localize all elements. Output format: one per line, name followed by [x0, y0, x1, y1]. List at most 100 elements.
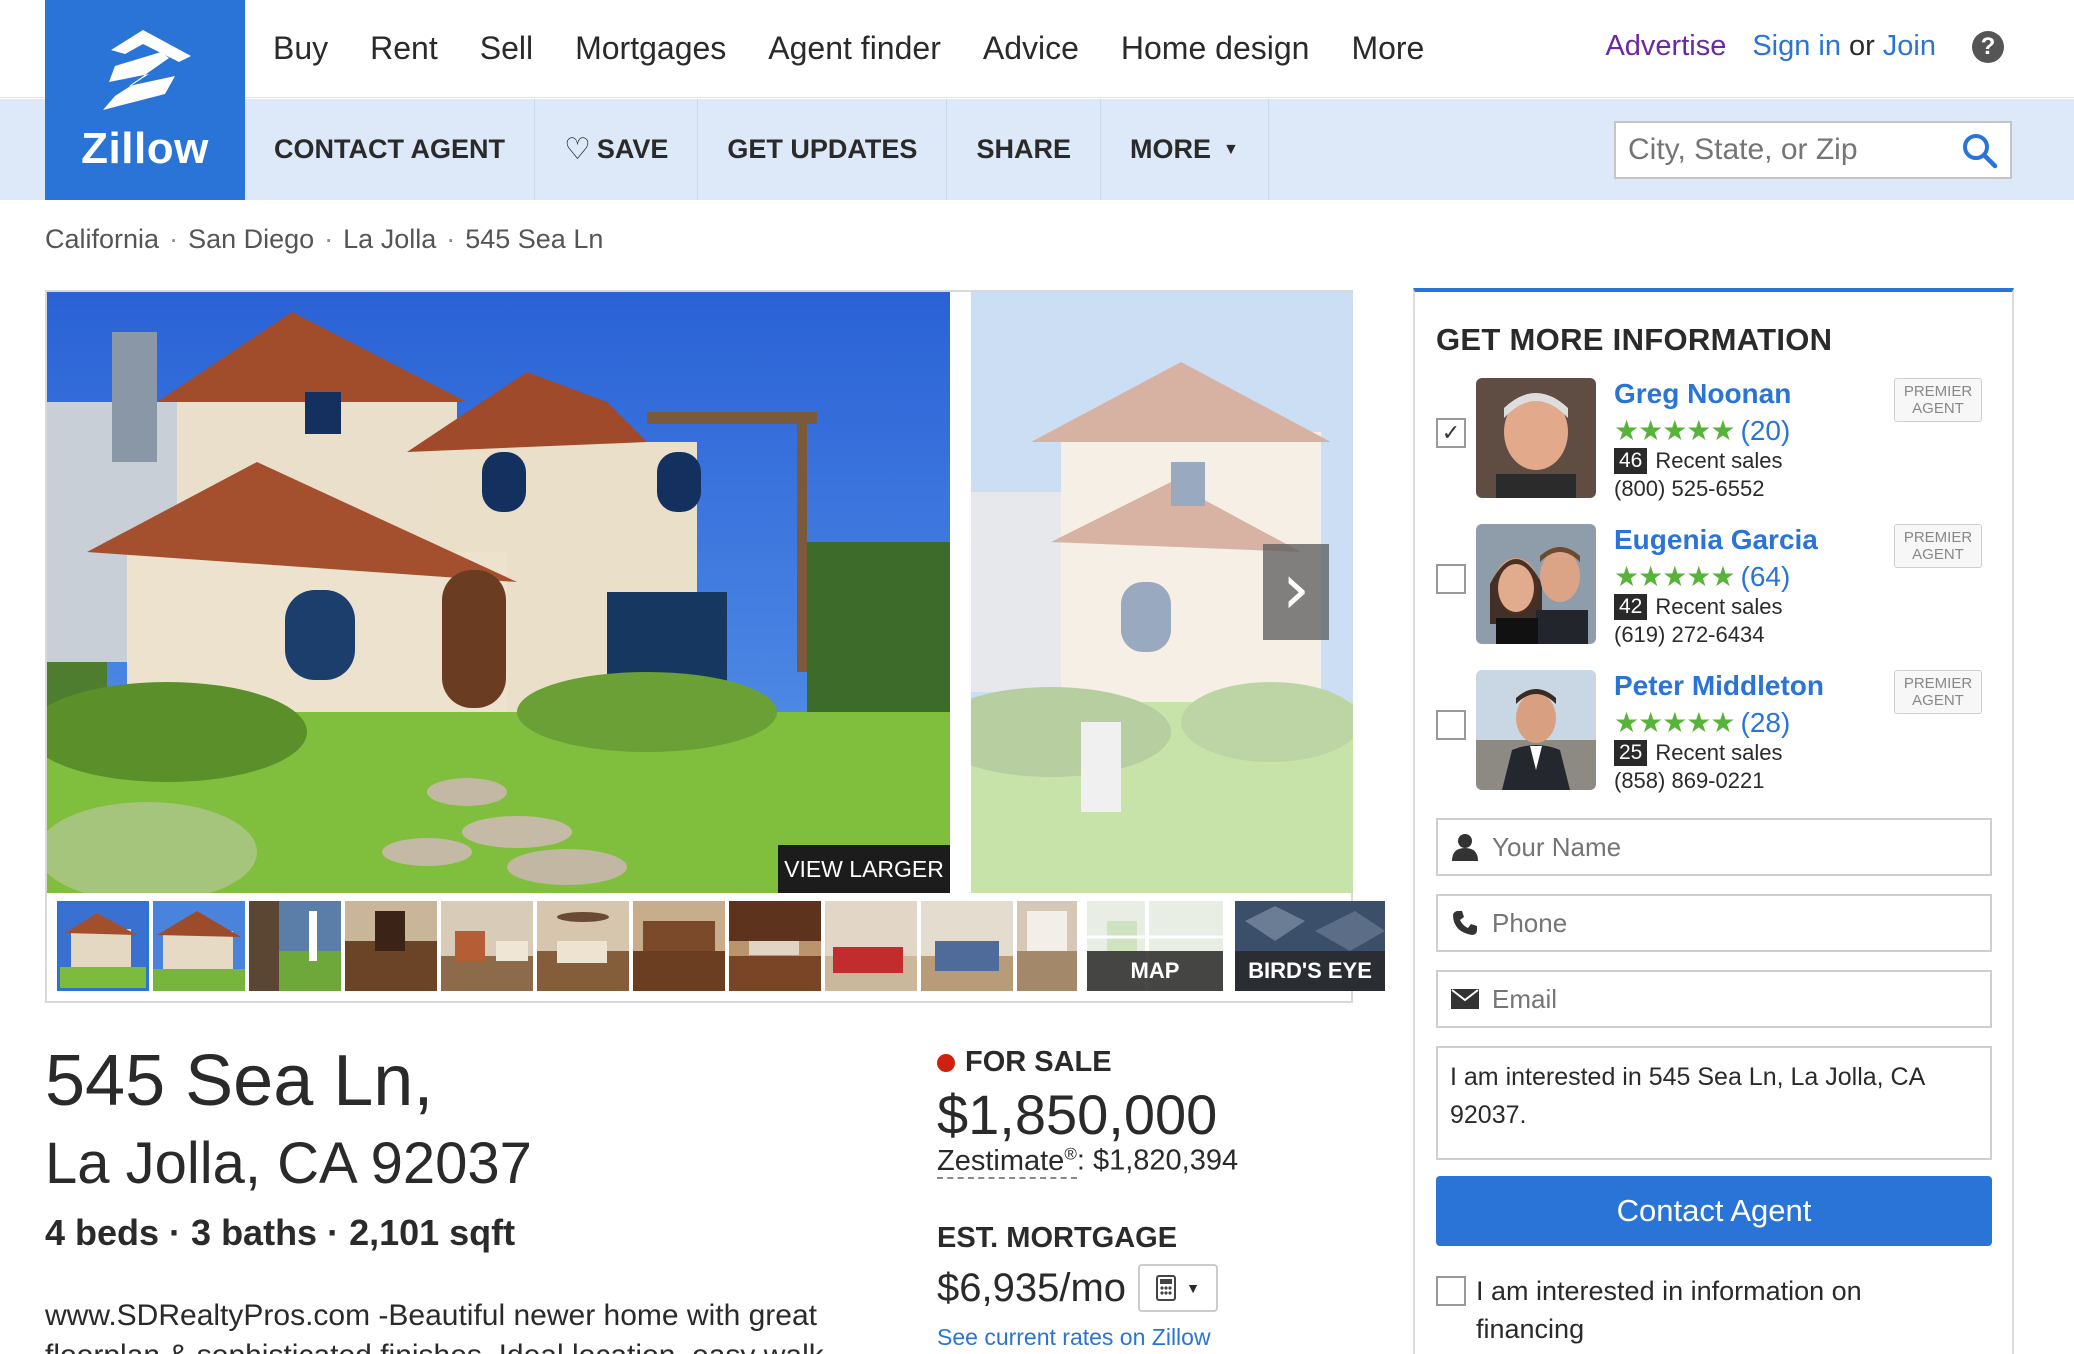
photo-thumbnail[interactable]	[825, 901, 917, 991]
agent-name[interactable]: Greg Noonan	[1614, 378, 1791, 410]
review-count[interactable]: (28)	[1741, 707, 1791, 738]
agent-phone: (800) 525-6552	[1614, 476, 1765, 501]
top-navigation-bar: Buy Rent Sell Mortgages Agent finder Adv…	[0, 0, 2074, 98]
photo-thumbnail[interactable]	[57, 901, 149, 991]
sign-in-link[interactable]: Sign in	[1752, 30, 1841, 63]
photo-thumbnail[interactable]	[633, 901, 725, 991]
help-icon[interactable]: ?	[1972, 30, 2004, 63]
financing-checkbox[interactable]	[1436, 1276, 1466, 1306]
nav-sell[interactable]: Sell	[480, 30, 533, 67]
listing-price: $1,850,000	[937, 1083, 1218, 1146]
premier-agent-badge: PREMIER AGENT	[1894, 524, 1982, 568]
nav-mortgages[interactable]: Mortgages	[575, 30, 726, 67]
main-photo[interactable]: VIEW LARGER	[47, 292, 950, 893]
phone-field	[1436, 894, 1992, 952]
recent-sales-count: 42	[1614, 594, 1648, 620]
breadcrumb-city[interactable]: San Diego	[188, 224, 314, 255]
caret-down-icon: ▼	[1222, 140, 1239, 158]
photo-thumbnail[interactable]	[345, 901, 437, 991]
photo-thumbnail[interactable]	[1017, 901, 1077, 991]
agent-checkbox[interactable]	[1436, 710, 1466, 740]
agent-checkbox[interactable]	[1436, 564, 1466, 594]
mortgage-calculator-dropdown[interactable]: ▼	[1138, 1264, 1219, 1312]
agent-avatar	[1476, 524, 1596, 644]
email-field	[1436, 970, 1992, 1028]
rates-link[interactable]: See current rates on Zillow	[937, 1324, 1211, 1351]
view-larger-button[interactable]: VIEW LARGER	[778, 845, 950, 893]
chevron-right-icon[interactable]: ›	[1263, 544, 1329, 640]
zestimate-label-text: Zestimate	[937, 1144, 1065, 1177]
phone-input[interactable]	[1492, 898, 1990, 948]
contact-agent-button[interactable]: Contact Agent	[1436, 1176, 1992, 1246]
recent-sales-label: Recent sales	[1655, 740, 1783, 765]
nav-home-design[interactable]: Home design	[1121, 30, 1310, 67]
breadcrumb-state[interactable]: California	[45, 224, 159, 255]
photo-thumbnail[interactable]	[537, 901, 629, 991]
star-rating-icon: ★★★★★	[1614, 415, 1736, 446]
review-count[interactable]: (64)	[1741, 561, 1791, 592]
breadcrumb-separator: ·	[446, 224, 456, 254]
contact-agent-action[interactable]: CONTACT AGENT	[245, 99, 535, 200]
photo-thumbnail[interactable]	[249, 901, 341, 991]
zillow-logo[interactable]: Zillow	[45, 0, 245, 200]
share-action[interactable]: SHARE	[947, 99, 1101, 200]
phone-icon	[1438, 910, 1492, 936]
est-mortgage: $6,935/mo ▼	[937, 1264, 1219, 1312]
agent-phone: (619) 272-6434	[1614, 622, 1765, 647]
or-text: or	[1849, 30, 1875, 62]
premier-agent-badge: PREMIER AGENT	[1894, 378, 1982, 422]
location-search-input[interactable]	[1616, 123, 1936, 177]
agent-name[interactable]: Eugenia Garcia	[1614, 524, 1818, 556]
photo-thumbnail[interactable]	[729, 901, 821, 991]
more-action[interactable]: MORE ▼	[1101, 99, 1269, 200]
recent-sales-label: Recent sales	[1655, 594, 1783, 619]
save-action[interactable]: ♡ SAVE	[535, 99, 699, 200]
star-rating-icon: ★★★★★	[1614, 561, 1736, 592]
get-updates-action[interactable]: GET UPDATES	[698, 99, 948, 200]
name-input[interactable]	[1492, 822, 1990, 872]
house-photo	[47, 292, 950, 893]
recent-sales: 42 Recent sales	[1614, 594, 1783, 620]
agent-rating: ★★★★★ (20)	[1614, 414, 1790, 447]
agent-card: Eugenia Garcia ★★★★★ (64) 42 Recent sales …	[1436, 524, 1996, 654]
email-input[interactable]	[1492, 974, 1990, 1024]
photo-thumbnail[interactable]	[153, 901, 245, 991]
breadcrumb-neighborhood[interactable]: La Jolla	[343, 224, 436, 255]
address-line-2: La Jolla, CA 92037	[45, 1131, 532, 1196]
agent-checkbox[interactable]: ✓	[1436, 418, 1466, 448]
message-textarea[interactable]: I am interested in 545 Sea Ln, La Jolla,…	[1436, 1046, 1992, 1160]
nav-buy[interactable]: Buy	[273, 30, 328, 67]
recent-sales-count: 25	[1614, 740, 1648, 766]
agent-rating: ★★★★★ (64)	[1614, 560, 1790, 593]
agent-avatar	[1476, 378, 1596, 498]
zestimate-value: : $1,820,394	[1076, 1144, 1239, 1177]
agent-phone: (858) 869-0221	[1614, 768, 1765, 793]
photo-thumbnail[interactable]	[921, 901, 1013, 991]
status-text: FOR SALE	[965, 1046, 1112, 1078]
recent-sales-label: Recent sales	[1655, 448, 1783, 473]
nav-advice[interactable]: Advice	[983, 30, 1079, 67]
nav-agent-finder[interactable]: Agent finder	[768, 30, 941, 67]
calculator-icon	[1156, 1275, 1177, 1301]
photo-gallery: VIEW LARGER › MAP BIRD'S EYE	[45, 290, 1385, 1003]
zestimate: Zestimate®: $1,820,394	[937, 1144, 1239, 1179]
zestimate-label[interactable]: Zestimate®	[937, 1144, 1077, 1179]
breadcrumb-separator: ·	[169, 224, 179, 254]
photo-thumbnail[interactable]	[441, 901, 533, 991]
map-thumbnail[interactable]: MAP	[1087, 901, 1223, 991]
nav-rent[interactable]: Rent	[370, 30, 438, 67]
join-link[interactable]: Join	[1883, 30, 1936, 63]
birds-eye-thumbnail[interactable]: BIRD'S EYE	[1235, 901, 1385, 991]
agent-name[interactable]: Peter Middleton	[1614, 670, 1824, 702]
agent-label: AGENT	[1912, 546, 1964, 563]
nav-more[interactable]: More	[1351, 30, 1424, 67]
review-count[interactable]: (20)	[1741, 415, 1791, 446]
est-mortgage-label: EST. MORTGAGE	[937, 1222, 1178, 1254]
breadcrumb: California · San Diego · La Jolla · 545 …	[45, 224, 603, 255]
premier-label: PREMIER	[1903, 383, 1973, 400]
save-label: SAVE	[596, 134, 669, 164]
advertise-link[interactable]: Advertise	[1605, 30, 1726, 63]
breadcrumb-separator: ·	[324, 224, 334, 254]
search-icon[interactable]	[1962, 133, 1998, 169]
financing-label: I am interested in information on financ…	[1476, 1276, 1862, 1344]
